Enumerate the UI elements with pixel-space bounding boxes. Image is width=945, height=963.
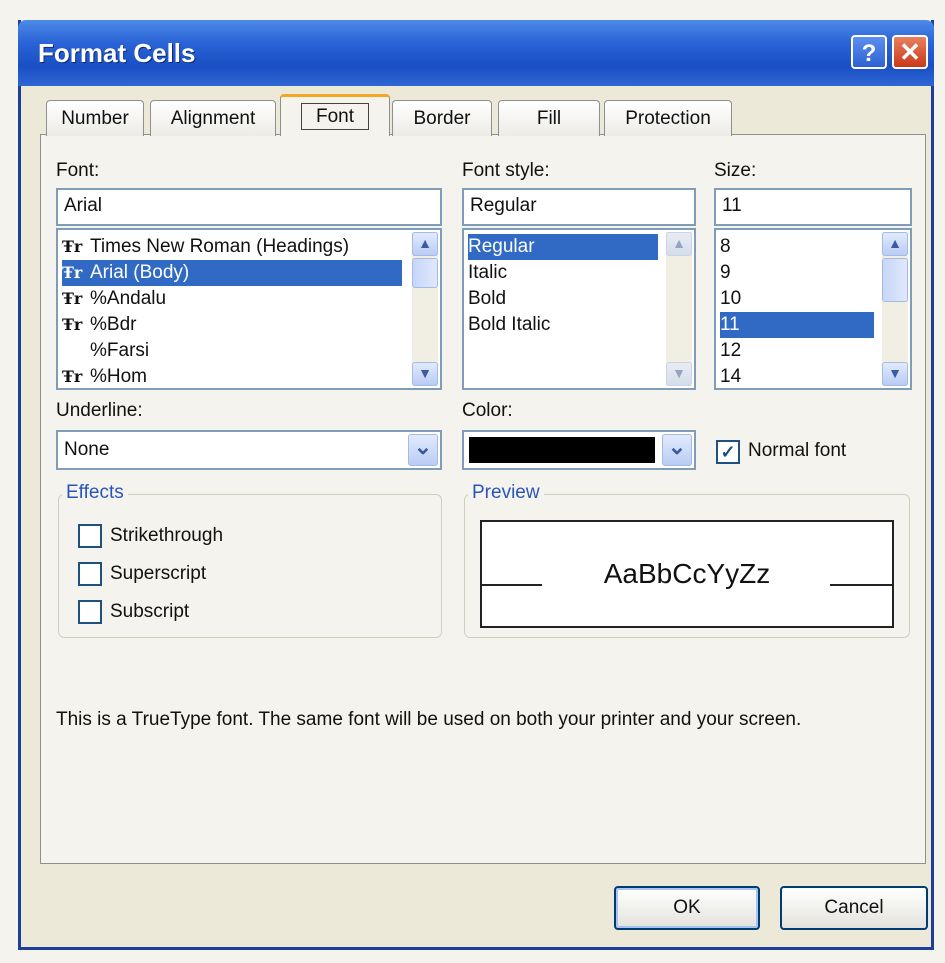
- close-button[interactable]: ✕: [892, 35, 928, 69]
- tab-font-label: Font: [300, 103, 370, 130]
- font-item-label: Arial (Body): [90, 262, 190, 283]
- scroll-up-icon[interactable]: ▲: [666, 232, 692, 256]
- tab-border[interactable]: Border: [392, 100, 492, 136]
- list-item[interactable]: Ŧr %Andalu: [62, 286, 402, 312]
- size-list[interactable]: 8 9 10 11 12 14 ▲ ▼: [714, 228, 912, 390]
- tab-fill[interactable]: Fill: [498, 100, 600, 136]
- list-item[interactable]: 9: [720, 260, 731, 286]
- tab-protection[interactable]: Protection: [604, 100, 732, 136]
- color-label: Color:: [462, 400, 513, 421]
- font-label: Font:: [56, 160, 100, 181]
- truetype-icon: Ŧr: [62, 237, 83, 256]
- strikethrough-checkbox[interactable]: [78, 524, 102, 548]
- help-button[interactable]: ?: [851, 35, 887, 69]
- color-picker[interactable]: ⌄: [462, 430, 696, 470]
- list-item[interactable]: Ŧr %Hom: [62, 364, 402, 388]
- preview-sample-text: AaBbCcYyZz: [603, 558, 771, 589]
- tab-protection-label: Protection: [625, 108, 711, 129]
- font-style-scrollbar[interactable]: ▲ ▼: [666, 232, 692, 386]
- superscript-label: Superscript: [110, 563, 207, 584]
- scroll-up-icon[interactable]: ▲: [882, 232, 908, 256]
- chevron-down-icon[interactable]: ⌄: [662, 434, 692, 466]
- list-item[interactable]: Ŧr Times New Roman (Headings): [62, 234, 402, 260]
- list-item[interactable]: 14: [720, 364, 741, 388]
- scroll-down-icon[interactable]: ▼: [412, 362, 438, 386]
- subscript-label: Subscript: [110, 601, 190, 622]
- truetype-icon: Ŧr: [62, 263, 83, 282]
- scroll-down-icon[interactable]: ▼: [666, 362, 692, 386]
- scroll-thumb[interactable]: [882, 258, 908, 302]
- tab-alignment-label: Alignment: [170, 108, 256, 129]
- tab-font[interactable]: Font: [280, 94, 390, 136]
- font-item-label: %Hom: [90, 366, 148, 387]
- ok-button[interactable]: OK: [614, 886, 760, 930]
- list-item[interactable]: Bold Italic: [468, 312, 550, 338]
- scroll-up-icon[interactable]: ▲: [412, 232, 438, 256]
- scroll-thumb[interactable]: [412, 258, 438, 288]
- tab-number[interactable]: Number: [46, 100, 144, 136]
- underline-label: Underline:: [56, 400, 143, 421]
- list-item[interactable]: Ŧr %Bdr: [62, 312, 402, 338]
- tab-border-label: Border: [413, 108, 471, 129]
- size-input[interactable]: 11: [714, 188, 912, 226]
- list-item[interactable]: Italic: [468, 260, 507, 286]
- list-item[interactable]: 10: [720, 286, 741, 312]
- list-item-selected[interactable]: Ŧr Arial (Body): [62, 260, 402, 286]
- font-style-input[interactable]: Regular: [462, 188, 696, 226]
- list-item-selected[interactable]: Regular: [468, 234, 658, 260]
- underline-value: None: [64, 439, 110, 460]
- tab-number-label: Number: [61, 108, 129, 129]
- list-item[interactable]: %Farsi: [62, 338, 402, 364]
- list-item[interactable]: 8: [720, 234, 731, 260]
- font-item-label: %Farsi: [90, 340, 150, 361]
- superscript-checkbox[interactable]: [78, 562, 102, 586]
- font-list[interactable]: Ŧr Times New Roman (Headings) Ŧr Arial (Bo…: [56, 228, 442, 390]
- truetype-icon: Ŧr: [62, 315, 83, 334]
- effects-title: Effects: [62, 482, 128, 504]
- underline-select[interactable]: None ⌄: [56, 430, 442, 470]
- subscript-checkbox[interactable]: [78, 600, 102, 624]
- font-input[interactable]: Arial: [56, 188, 442, 226]
- font-style-list[interactable]: Regular Italic Bold Bold Italic ▲ ▼: [462, 228, 696, 390]
- preview-title: Preview: [468, 482, 544, 504]
- tab-fill-label: Fill: [536, 108, 562, 129]
- font-list-scrollbar[interactable]: ▲ ▼: [412, 232, 438, 386]
- font-style-label: Font style:: [462, 160, 550, 181]
- font-item-label: Times New Roman (Headings): [90, 236, 350, 257]
- chevron-down-icon[interactable]: ⌄: [408, 434, 438, 466]
- list-item[interactable]: 12: [720, 338, 741, 364]
- normal-font-checkbox[interactable]: ✓: [716, 440, 740, 464]
- normal-font-label: Normal font: [748, 440, 847, 461]
- list-item-selected[interactable]: 11: [720, 312, 874, 338]
- size-label: Size:: [714, 160, 757, 181]
- list-item[interactable]: Bold: [468, 286, 506, 312]
- font-item-label: %Bdr: [90, 314, 137, 335]
- dialog-title: Format Cells: [38, 38, 196, 68]
- size-list-scrollbar[interactable]: ▲ ▼: [882, 232, 908, 386]
- scroll-down-icon[interactable]: ▼: [882, 362, 908, 386]
- cancel-button[interactable]: Cancel: [780, 886, 928, 930]
- strikethrough-label: Strikethrough: [110, 525, 224, 546]
- truetype-icon: Ŧr: [62, 367, 83, 386]
- color-swatch: [469, 437, 655, 463]
- font-info-text: This is a TrueType font. The same font w…: [56, 709, 802, 730]
- tab-alignment[interactable]: Alignment: [150, 100, 276, 136]
- font-item-label: %Andalu: [90, 288, 167, 309]
- truetype-icon: Ŧr: [62, 289, 83, 308]
